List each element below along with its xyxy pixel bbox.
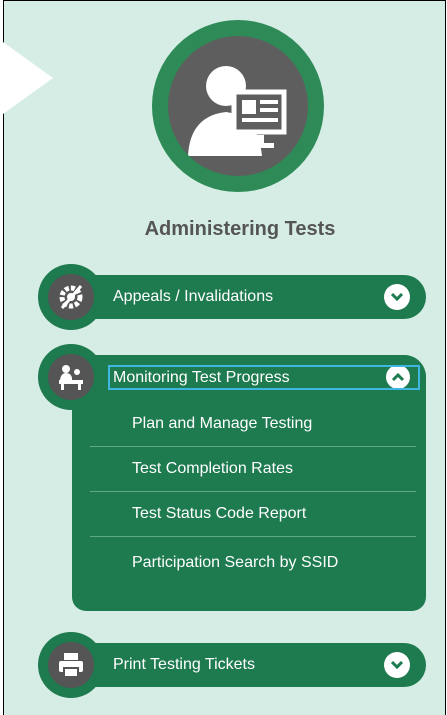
user-monitor-icon: [168, 36, 308, 176]
print-icon-circle: [38, 632, 104, 698]
printer-icon: [48, 642, 94, 688]
hero-icon-ring: [152, 20, 324, 192]
chevron-down-icon[interactable]: [384, 652, 410, 678]
proctor-desk-icon: [48, 354, 94, 400]
collapse-arrow-tab[interactable]: [3, 42, 53, 114]
section-title: Administering Tests: [144, 218, 336, 240]
focus-outline: [108, 365, 420, 390]
submenu-divider: [90, 446, 416, 447]
submenu-item-plan-manage[interactable]: Plan and Manage Testing: [90, 415, 416, 433]
menu-appeals-label: Appeals / Invalidations: [113, 288, 274, 305]
menu-print-label: Print Testing Tickets: [113, 656, 255, 673]
gear-slash-icon: [48, 274, 94, 320]
chevron-down-icon[interactable]: [384, 284, 410, 310]
submenu-divider: [90, 491, 416, 492]
submenu-item-participation-search[interactable]: Participation Search by SSID: [90, 550, 370, 575]
submenu-item-status-code-report[interactable]: Test Status Code Report: [90, 505, 416, 523]
monitoring-icon-circle: [38, 344, 104, 410]
submenu-divider: [90, 536, 416, 537]
appeals-icon-circle: [38, 264, 104, 330]
submenu-item-completion-rates[interactable]: Test Completion Rates: [90, 460, 416, 478]
